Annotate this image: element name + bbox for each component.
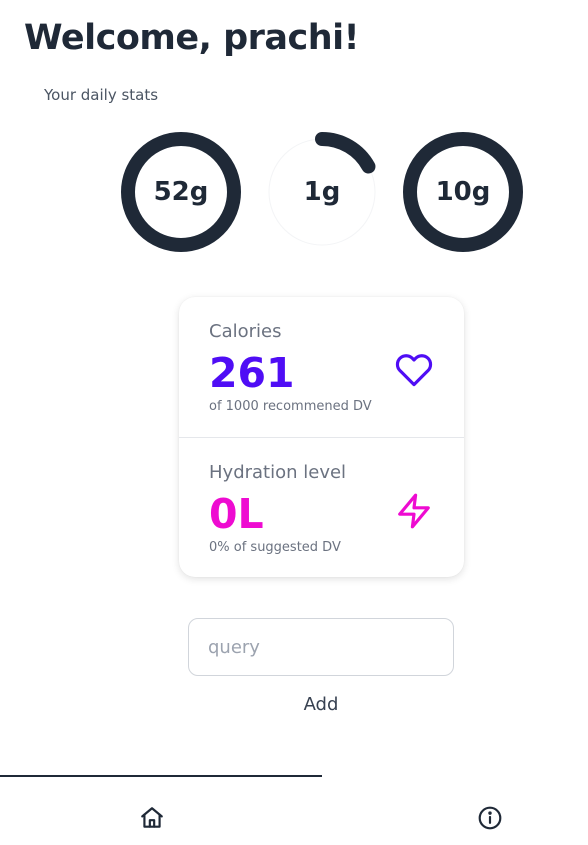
ring-value: 10g xyxy=(435,177,491,207)
hydration-value: 0L xyxy=(209,490,264,538)
info-icon[interactable] xyxy=(477,805,503,831)
heart-icon xyxy=(395,354,433,387)
stat-ring: 10g xyxy=(402,131,524,253)
ring-value: 1g xyxy=(303,177,341,207)
add-button[interactable]: Add xyxy=(270,688,372,720)
page-title: Welcome, prachi! xyxy=(24,18,360,58)
calories-label: Calories xyxy=(209,321,282,342)
daily-stat-rings: 52g 1g 10g xyxy=(0,131,588,253)
ring-value: 52g xyxy=(153,177,209,207)
hydration-label: Hydration level xyxy=(209,462,347,483)
calories-note: of 1000 recommened DV xyxy=(209,399,372,414)
hydration-stat: Hydration level 0L 0% of suggested DV xyxy=(179,437,464,578)
lightning-icon xyxy=(398,493,430,529)
stat-ring: 52g xyxy=(120,131,242,253)
stats-card: Calories 261 of 1000 recommened DV Hydra… xyxy=(179,297,464,577)
calories-stat: Calories 261 of 1000 recommened DV xyxy=(179,297,464,437)
home-icon[interactable] xyxy=(139,805,165,831)
stat-ring: 1g xyxy=(261,131,383,253)
calories-value: 261 xyxy=(209,349,295,397)
hydration-note: 0% of suggested DV xyxy=(209,540,341,555)
query-input[interactable] xyxy=(188,618,454,676)
page-subtitle: Your daily stats xyxy=(44,86,159,104)
nav-divider xyxy=(0,775,322,777)
